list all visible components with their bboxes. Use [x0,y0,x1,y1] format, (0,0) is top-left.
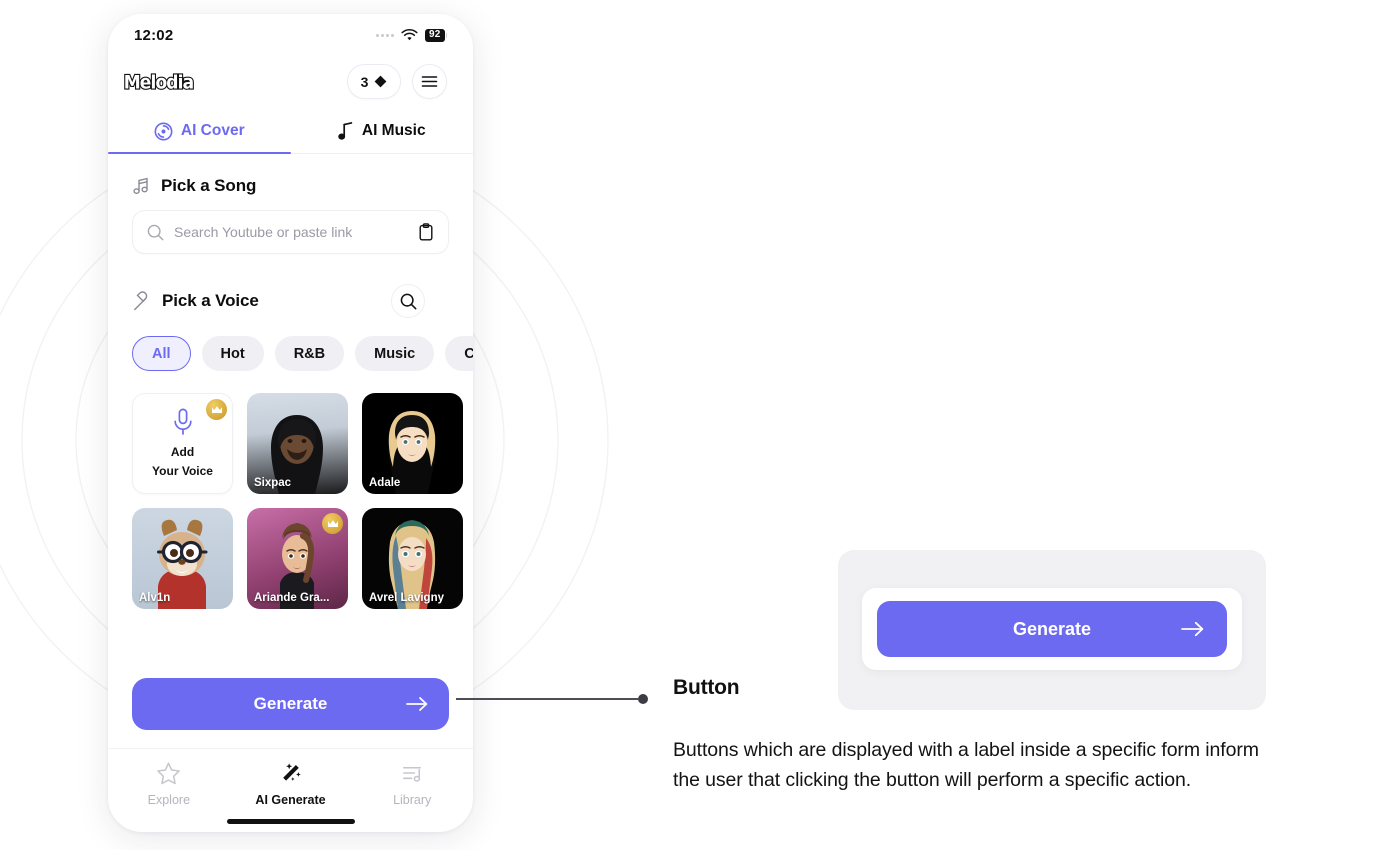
nav-label-explore: Explore [147,793,191,807]
screen-content: Pick a Song Search Youtube or paste link… [108,154,473,663]
voice-search-button[interactable] [391,284,425,318]
battery-level: 92 [424,28,445,42]
voice-card-adale[interactable]: Adale [362,393,463,494]
home-indicator [226,819,355,824]
voice-card-label: Ariande Gra... [254,592,330,604]
add-voice-label-line2: Your Voice [152,463,213,478]
pick-a-song-header: Pick a Song [108,176,473,196]
hamburger-menu-icon [421,76,438,87]
nav-item-library[interactable]: Library [351,761,473,807]
status-bar-time: 12:02 [134,26,174,44]
status-bar-indicators: 92 [375,28,447,42]
song-search-box[interactable] [132,210,449,254]
credits-badge[interactable]: 3 [347,64,401,99]
voice-card-alv1n[interactable]: Alv1n [132,508,233,609]
chip-music[interactable]: Music [355,336,435,371]
clipboard-icon[interactable] [418,223,434,241]
demo-generate-button[interactable]: Generate [877,601,1227,657]
signal-dots-icon [375,33,394,37]
pick-a-voice-header: Pick a Voice [108,284,473,318]
nav-label-library: Library [393,793,432,807]
pick-a-voice-title: Pick a Voice [162,291,259,310]
status-bar: 12:02 92 [108,14,473,56]
crown-icon [327,519,338,527]
chip-hot[interactable]: Hot [201,336,264,371]
wifi-icon [401,28,418,40]
tab-ai-music[interactable]: AI Music [291,109,474,153]
voice-card-sixpac[interactable]: Sixpac [247,393,348,494]
app-bar-actions: 3 [347,64,447,99]
arrow-right-icon [1181,620,1205,638]
premium-crown-badge [322,513,343,534]
credits-count: 3 [360,73,369,90]
voice-card-add-your-voice[interactable]: Add Your Voice [132,393,233,494]
nav-label-ai-generate: AI Generate [255,793,326,807]
screenshot-root: 12:02 92 Melodia 3 AI Cover AI Music Pic… [0,0,1400,850]
generate-section: Generate [108,663,473,748]
search-icon [400,293,416,309]
microphone-icon [134,290,148,310]
magic-wand-icon [283,763,301,781]
voice-card-avrel-lavigny[interactable]: Avrel Lavigny [362,508,463,609]
star-icon [157,762,181,785]
scroll-area[interactable]: Pick a Song Search Youtube or paste link… [108,154,473,609]
microphone-icon [173,408,192,436]
battery-tip [445,32,447,38]
arrow-right-icon [406,696,429,713]
annotation-title: Button [673,676,740,699]
song-search-input[interactable] [174,224,408,240]
voice-grid: Add Your Voice Sixpac Adale Alv1n Ariand… [108,371,473,609]
battery-indicator: 92 [424,28,447,42]
main-tabs: AI Cover AI Music [108,109,473,154]
callout-dot [638,694,648,704]
music-notes-icon [133,177,148,195]
tab-ai-music-label: AI Music [361,122,426,139]
music-note-icon [338,121,353,140]
app-bar: Melodia 3 [108,56,473,109]
library-list-icon [402,766,421,782]
voice-category-chips[interactable]: All Hot R&B Music Cartoon [108,318,473,371]
hamburger-menu-button[interactable] [412,64,447,99]
melodia-logo: Melodia [123,70,196,94]
tab-ai-cover-label: AI Cover [180,122,245,139]
premium-crown-badge [206,399,227,420]
tab-ai-cover[interactable]: AI Cover [108,109,291,154]
voice-card-label: Adale [369,477,401,489]
add-voice-label-line1: Add [170,445,195,460]
demo-generate-button-label: Generate [1012,618,1092,639]
crown-icon [211,405,222,413]
chip-rnb[interactable]: R&B [274,336,345,371]
diamond-icon [374,75,387,88]
nav-item-explore[interactable]: Explore [108,761,230,807]
chip-cartoon[interactable]: Cartoon [445,336,473,371]
generate-button-label: Generate [253,694,328,713]
voice-card-label: Sixpac [254,477,292,489]
generate-button[interactable]: Generate [132,678,449,730]
voice-card-label: Alv1n [139,592,171,604]
vinyl-disc-icon [154,122,173,140]
annotation-body: Buttons which are displayed with a label… [673,739,1259,791]
callout-line [456,698,638,700]
phone-mockup: 12:02 92 Melodia 3 AI Cover AI Music Pic… [108,14,473,832]
nav-item-ai-generate[interactable]: AI Generate [230,761,352,807]
svg-text:Melodia: Melodia [124,71,194,93]
chip-all[interactable]: All [132,336,191,371]
voice-card-ariande-grande[interactable]: Ariande Gra... [247,508,348,609]
pick-a-song-title: Pick a Song [161,176,257,195]
search-icon [147,224,164,240]
voice-card-label: Avrel Lavigny [369,592,444,604]
